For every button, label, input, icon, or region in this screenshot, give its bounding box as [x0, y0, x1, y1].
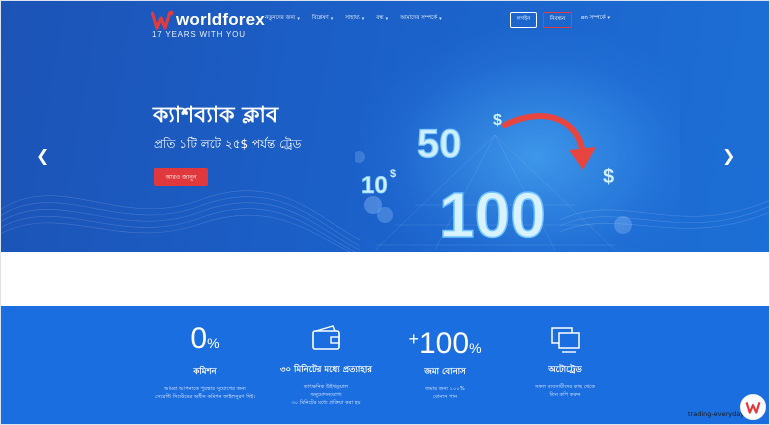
feature-description: জমার জন্য ১০০% বোনাস পান: [380, 385, 510, 401]
main-nav: নতুনদের জন্য ▾ বিশ্লেষণ ▾ সাহায্য ▾ বন্ধ ▾ আ…: [265, 15, 442, 23]
feature-desc-line: সেরেন্টি সিস্টেমের অধীন কমিশন ফাইলসুরণ দ…: [155, 394, 255, 400]
chevron-right-icon[interactable]: ❯: [722, 146, 735, 165]
red-arrow-head: [569, 147, 596, 170]
red-arrow-icon: [502, 113, 586, 158]
chart-monitor-icon: [471, 263, 491, 280]
nav-item-label: বন্ধ: [376, 15, 384, 21]
feature-suffix: %: [207, 335, 220, 351]
features-section: 0% কমিশন আমরা আপনাকে পুরস্কার সুযোগের জন…: [0, 306, 770, 425]
feature-suffix: %: [469, 340, 482, 356]
feature-description: আমরা আপনাকে পুরস্কার সুযোগের জন্য সেরেন্…: [140, 385, 270, 401]
chevron-down-icon: ▾: [330, 16, 334, 22]
category-digital-contracts[interactable]: ডিজিটাল চুক্তি: [248, 262, 328, 294]
feature-value: +100%: [380, 320, 510, 360]
nav-item-analysis[interactable]: বিশ্লেষণ ▾: [312, 15, 333, 23]
logo-text[interactable]: worldforex: [176, 10, 265, 30]
coin-icon: [377, 207, 393, 223]
category-label: প্রশিক্ষণ: [569, 286, 585, 292]
briefcase-icon: [183, 263, 203, 279]
nav-item-label: নতুনদের জন্য: [265, 15, 296, 21]
feature-desc-line: বোনাস পান: [432, 394, 458, 400]
nav-item-label: সাহায্য: [345, 15, 360, 21]
feature-autotrade: অটোট্রেড সফল ব্যবসায়ীদের কাছ থেকে তিন ক…: [500, 320, 630, 399]
cashback-promo-illustration: 50 $ 10 $ 100 $: [355, 112, 632, 252]
graduation-cap-icon: [566, 263, 588, 279]
feature-description: তাৎক্ষনিক উইথড্রয়াল অনুমোদনযোগ্য ৩০ মিন…: [261, 383, 391, 407]
promo-currency: $: [603, 166, 614, 188]
nav-item-help[interactable]: সাহায্য ▾: [345, 15, 364, 23]
promo-number: 50: [417, 122, 462, 166]
page: worldforex 17 YEARS WITH YOU নতুনদের জন্…: [0, 0, 770, 425]
feature-title: ৩০ মিনিটের মধ্যে প্রত্যাহার: [280, 365, 372, 375]
feature-desc-line: জমার জন্য ১০০%: [425, 386, 465, 392]
category-trading[interactable]: ডকেক: [153, 262, 233, 294]
promo-number: 100: [439, 179, 546, 251]
feature-desc-line: ৩০ মিনিটের মধ্যে প্রক্রিয়া করা হয়: [291, 400, 361, 406]
feature-title: জমা বোনাস: [424, 367, 466, 377]
category-label: ডিজিটাল চুক্তি: [272, 286, 304, 292]
promo-number: 10: [361, 172, 388, 199]
logo-tagline: 17 YEARS WITH YOU: [152, 30, 246, 39]
promo-currency: $: [493, 112, 502, 129]
chevron-left-icon[interactable]: ❮: [36, 146, 49, 165]
promo-currency: $: [390, 168, 396, 180]
category-analysis[interactable]: বিশ্লেষণ: [441, 262, 521, 294]
feature-desc-line: আমরা আপনাকে পুরস্কার সুযোগের জন্য: [164, 386, 246, 392]
feature-withdrawal: ৩০ মিনিটের মধ্যে প্রত্যাহার তাৎক্ষনিক উই…: [261, 320, 391, 407]
feature-number: 0: [190, 322, 208, 355]
language-selector[interactable]: en সম্পর্কে ▾: [581, 15, 610, 23]
hero-title: ক্যাশব্যাক ক্লাব: [153, 103, 279, 128]
feature-title: কমিশন: [193, 367, 217, 377]
feature-deposit-bonus: +100% জমা বোনাস জমার জন্য ১০০% বোনাস পান: [380, 320, 510, 401]
category-row: ডকেক ডিজিটাল চুক্তি অংশীদারদের জন্য বিশ্…: [0, 258, 770, 300]
feature-desc-line: তিন কপি করুন: [549, 392, 581, 398]
chevron-down-icon: ▾: [361, 16, 365, 22]
category-partners[interactable]: অংশীদারদের জন্য: [345, 262, 425, 294]
chevron-down-icon: ▾: [385, 16, 389, 22]
feature-title: অটোট্রেড: [548, 365, 582, 375]
category-label: ডকেক: [186, 286, 200, 292]
worldforex-logo-icon[interactable]: [151, 9, 175, 31]
feature-desc-line: তাৎক্ষনিক উইথড্রয়াল: [303, 384, 349, 390]
nav-item-about[interactable]: আমাদের সম্পর্কে ▾: [400, 15, 442, 23]
nav-item-bonus[interactable]: বন্ধ ▾: [376, 15, 388, 23]
category-education[interactable]: প্রশিক্ষণ: [537, 262, 617, 294]
feature-desc-line: অনুমোদনযোগ্য: [310, 392, 342, 398]
chevron-down-icon: ▾: [607, 15, 610, 21]
arrows-updown-icon: [279, 262, 297, 280]
coin-icon: [614, 216, 632, 234]
chevron-down-icon: ▾: [297, 16, 300, 22]
learn-more-button[interactable]: আরও জানুন: [154, 168, 208, 186]
monitor-stack-icon: [551, 327, 580, 353]
coin-icon: [355, 151, 365, 163]
nav-item-label: আমাদের সম্পর্কে: [400, 15, 438, 21]
feature-number: 100: [419, 327, 470, 360]
category-label: বিশ্লেষণ: [473, 286, 489, 292]
login-button[interactable]: লগইন: [510, 12, 537, 28]
language-label: en সম্পর্কে: [581, 15, 606, 21]
nav-item-label: বিশ্লেষণ: [311, 15, 329, 21]
chevron-down-icon: ▾: [439, 16, 442, 22]
register-button[interactable]: নিবন্ধন: [543, 12, 572, 28]
watermark-logo-icon: [740, 394, 766, 420]
document-stack-icon: [377, 262, 394, 280]
feature-commission: 0% কমিশন আমরা আপনাকে পুরস্কার সুযোগের জন…: [140, 320, 270, 401]
feature-value: 0%: [140, 320, 270, 358]
hero-banner: worldforex 17 YEARS WITH YOU নতুনদের জন্…: [0, 0, 770, 252]
wallet-icon: [312, 325, 340, 350]
feature-desc-line: সফল ব্যবসায়ীদের কাছ থেকে: [535, 384, 595, 390]
category-label: অংশীদারদের জন্য: [366, 286, 404, 292]
feature-prefix: +: [408, 329, 419, 349]
nav-item-beginners[interactable]: নতুনদের জন্য ▾: [265, 15, 300, 23]
feature-description: সফল ব্যবসায়ীদের কাছ থেকে তিন কপি করুন: [500, 383, 630, 399]
hero-subtitle: প্রতি ১টি লটে ২৫$ পর্যন্ত ট্রেড: [154, 137, 302, 151]
